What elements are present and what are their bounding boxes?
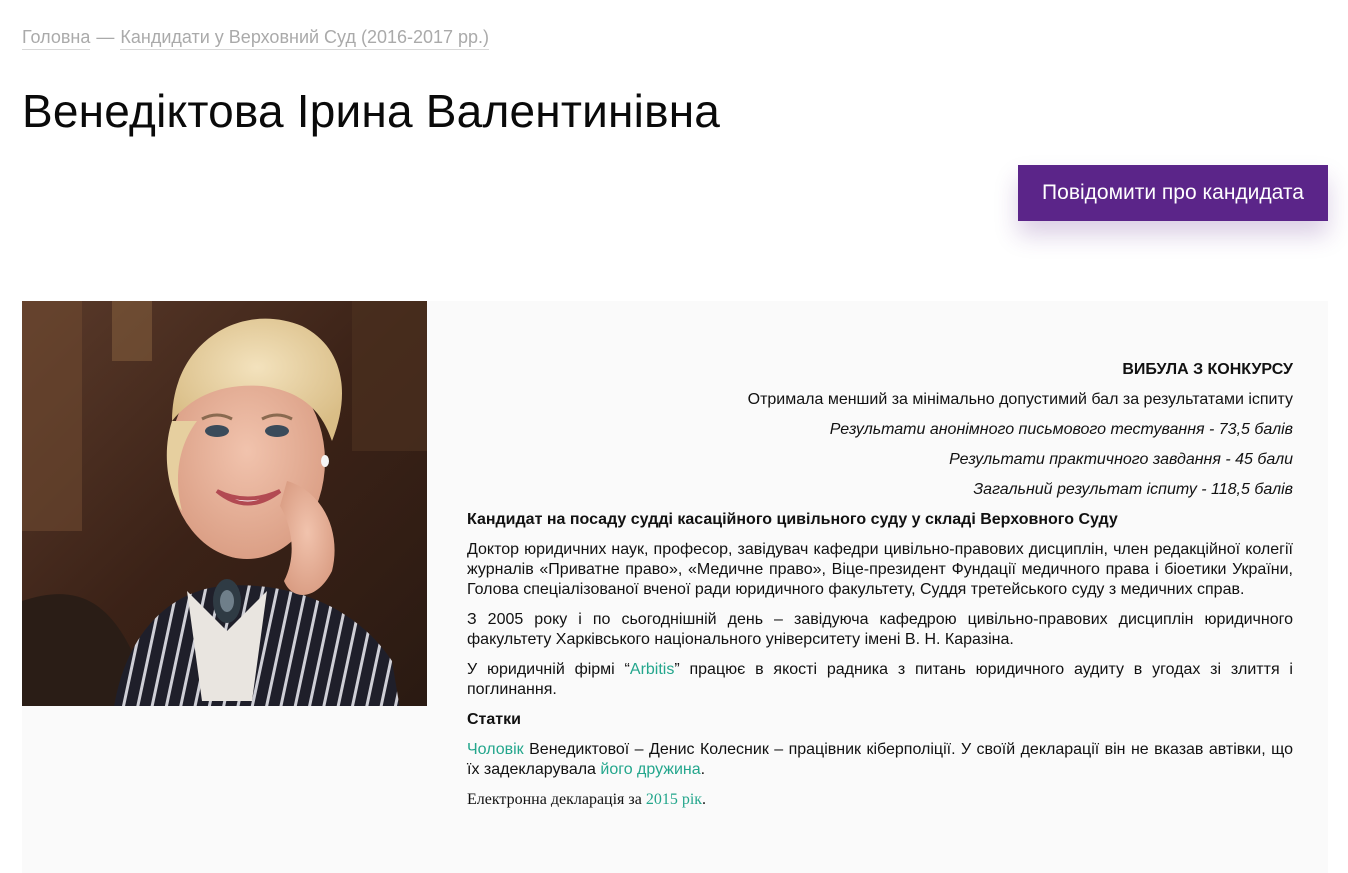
candidate-photo	[22, 301, 427, 706]
breadcrumb-section-link[interactable]: Кандидати у Верховний Суд (2016-2017 рр.…	[120, 27, 490, 50]
practical-result: Результати практичного завдання - 45 бал…	[949, 451, 1293, 468]
candidate-card: ВИБУЛА З КОНКУРСУ Отримала менший за мін…	[22, 301, 1328, 873]
declaration-2015-link[interactable]: 2015 рік	[646, 791, 702, 808]
declaration-text-before: Електронна декларація за	[467, 791, 646, 808]
articles-paragraph: Чоловік Венедиктової – Денис Колесник – …	[467, 740, 1293, 780]
total-result: Загальний результат іспиту - 118,5 балів	[973, 481, 1293, 498]
articles-text-1: Венедиктової – Денис Колесник – працівни…	[467, 741, 1293, 778]
report-candidate-button[interactable]: Повідомити про кандидата	[1018, 165, 1328, 221]
husband-link[interactable]: Чоловік	[467, 741, 524, 758]
declaration-paragraph: Електронна декларація за 2015 рік.	[467, 790, 1293, 810]
status-reason: Отримала менший за мінімально допустимий…	[747, 391, 1293, 408]
test-result: Результати анонімного письмового тестува…	[829, 421, 1293, 438]
candidate-photo-illustration	[22, 301, 427, 706]
breadcrumb-separator: —	[96, 27, 115, 47]
candidate-details: ВИБУЛА З КОНКУРСУ Отримала менший за мін…	[467, 360, 1293, 820]
candidate-position-heading: Кандидат на посаду судді касаційного цив…	[467, 511, 1118, 528]
wife-link[interactable]: його дружина	[600, 761, 700, 778]
breadcrumb: Головна — Кандидати у Верховний Суд (201…	[22, 27, 490, 50]
status-heading: ВИБУЛА З КОНКУРСУ	[1122, 361, 1293, 378]
articles-text-2: .	[700, 761, 706, 778]
declaration-text-after: .	[702, 791, 707, 808]
bio-paragraph-3: У юридичній фірмі “Arbitis” працює в яко…	[467, 660, 1293, 700]
arbitis-link[interactable]: Arbitis	[630, 661, 674, 678]
bio-paragraph-2: З 2005 року і по сьогоднішній день – зав…	[467, 611, 1293, 648]
bio-3-text-before: У юридичній фірмі “	[467, 661, 630, 678]
bio-paragraph-1: Доктор юридичних наук, професор, завідув…	[467, 541, 1293, 598]
articles-heading: Статки	[467, 711, 521, 728]
breadcrumb-home-link[interactable]: Головна	[22, 27, 91, 50]
page-title: Венедіктова Ірина Валентинівна	[22, 85, 721, 137]
